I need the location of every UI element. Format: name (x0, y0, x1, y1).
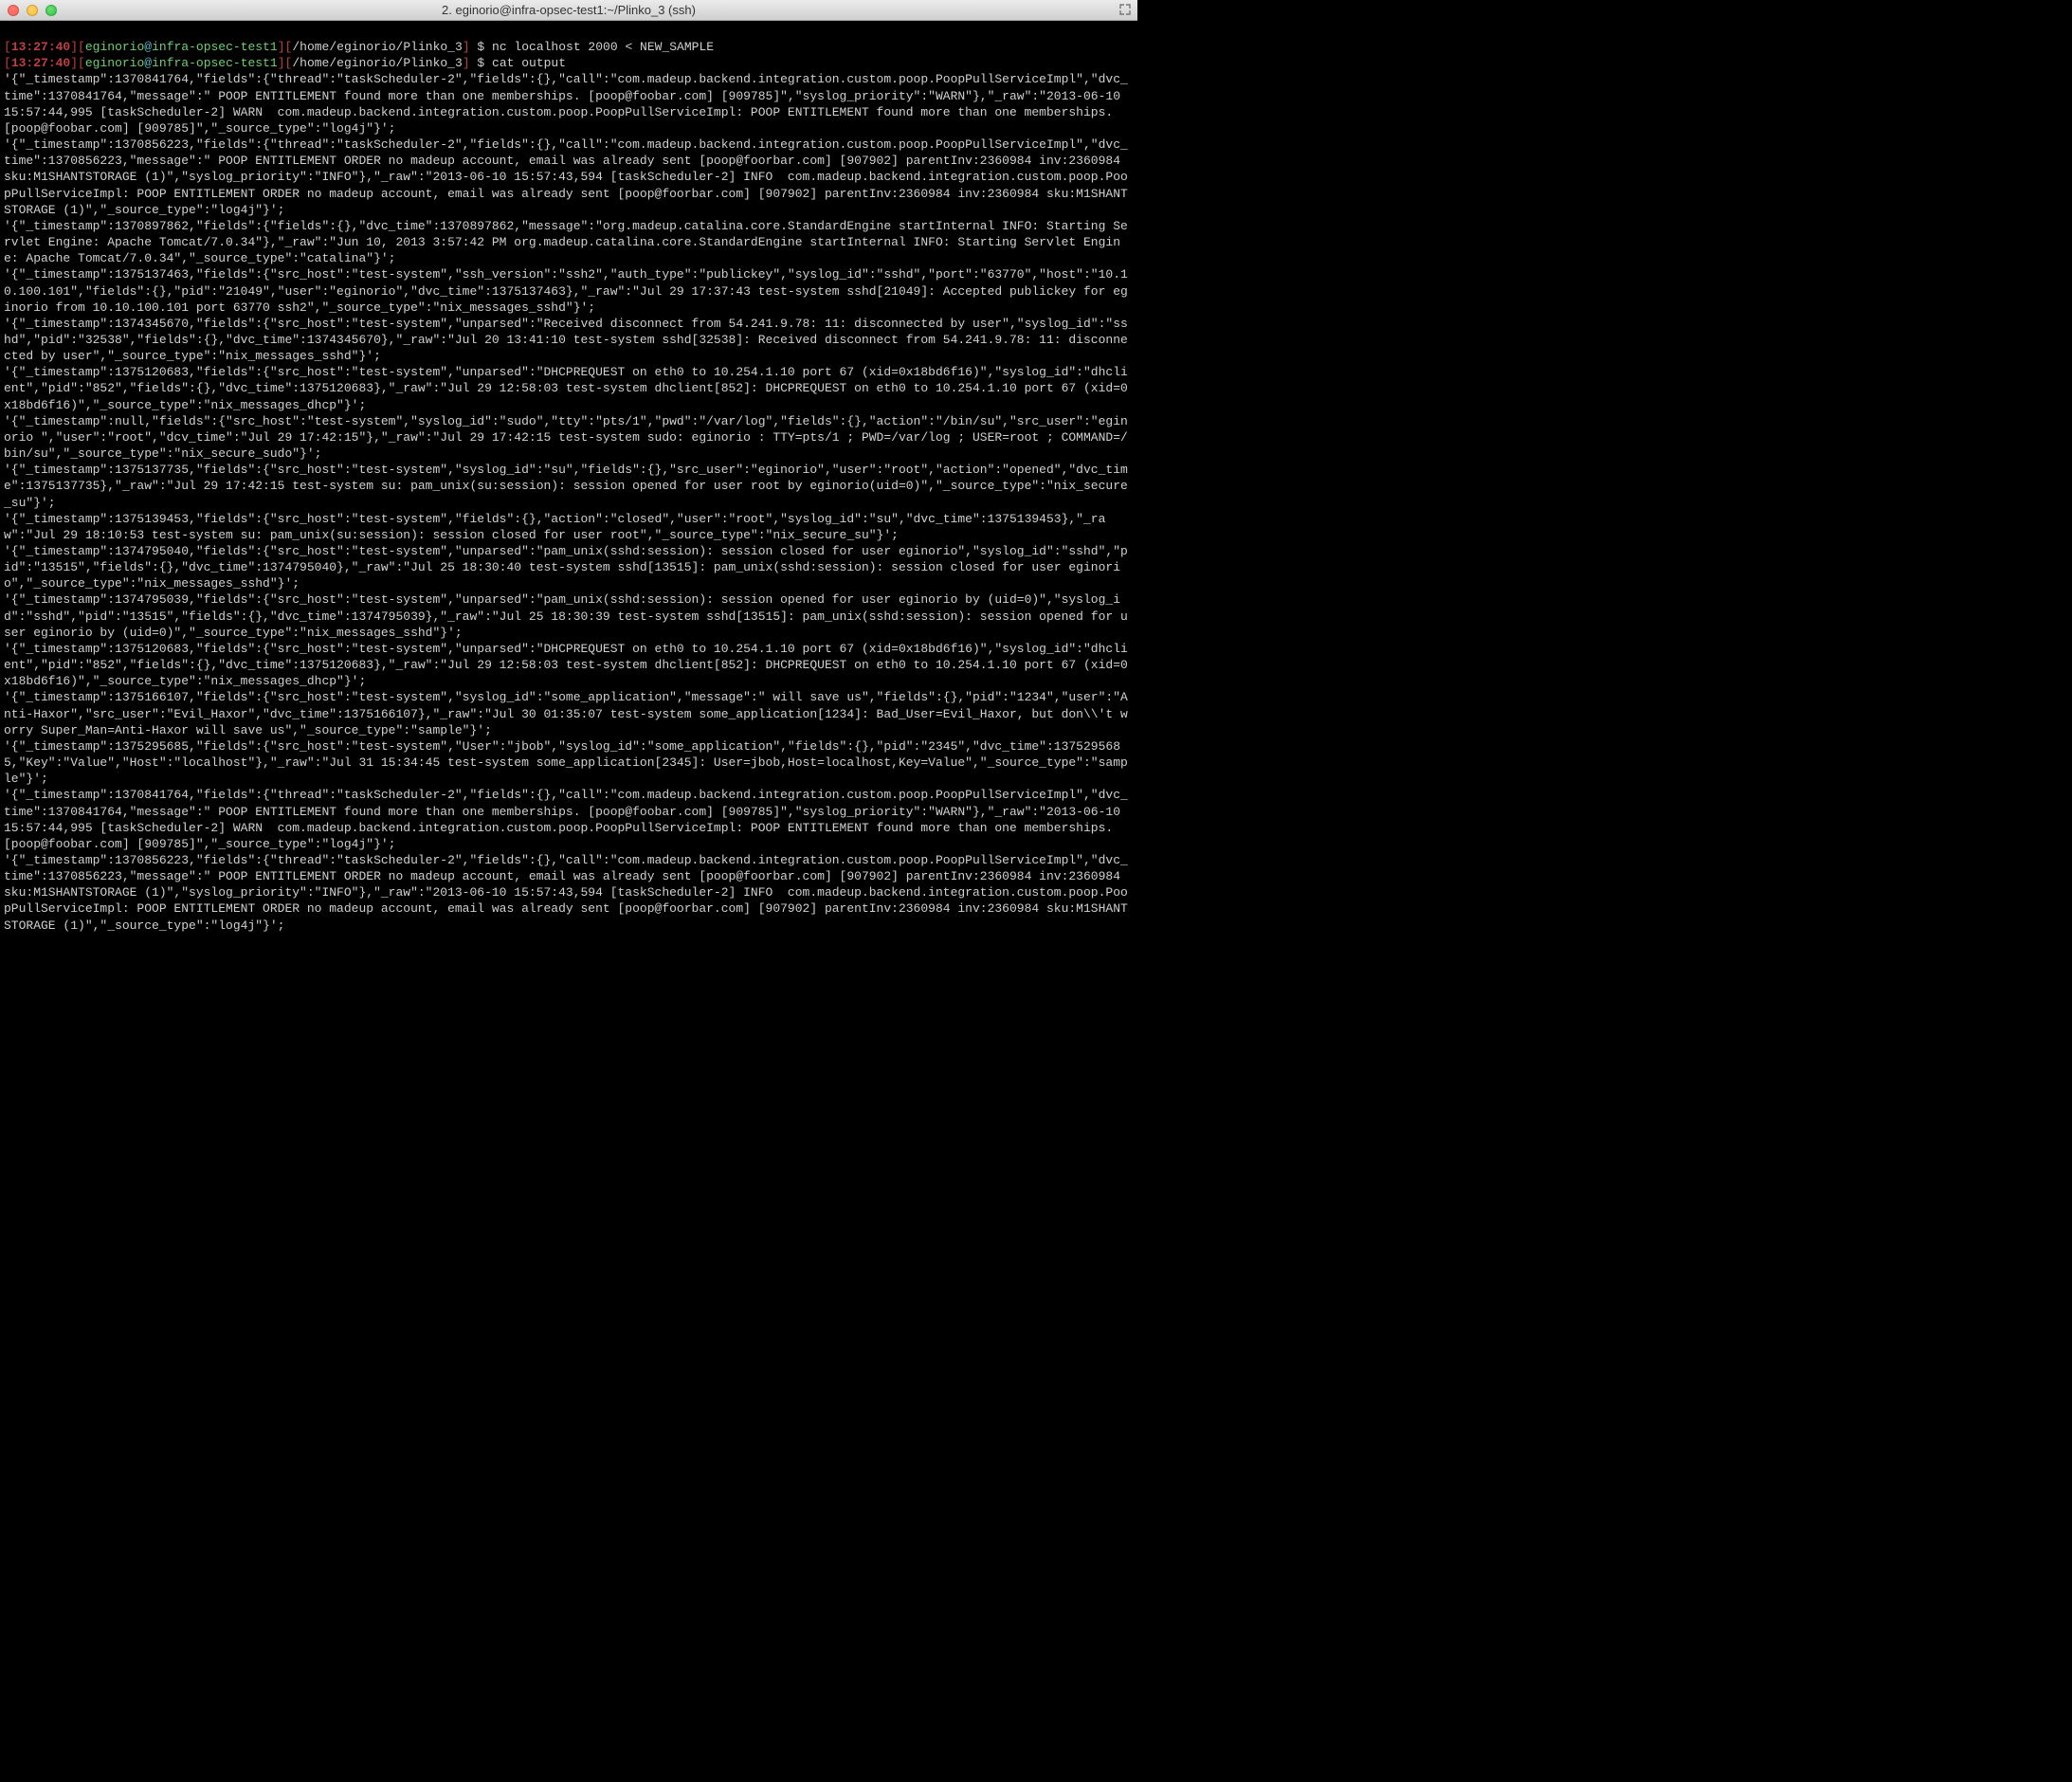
zoom-icon[interactable] (45, 5, 57, 16)
terminal-output[interactable]: [13:27:40][eginorio@infra-opsec-test1][/… (0, 21, 1137, 941)
command-2: cat output (492, 56, 566, 70)
fullscreen-icon[interactable] (1118, 3, 1132, 16)
close-icon[interactable] (8, 5, 19, 16)
prompt-line-2: [13:27:40][eginorio@infra-opsec-test1][/… (4, 56, 566, 70)
window-title: 2. eginorio@infra-opsec-test1:~/Plinko_3… (0, 3, 1137, 17)
output-block: '{"_timestamp":1370841764,"fields":{"thr… (4, 72, 1128, 932)
command-1: nc localhost 2000 < NEW_SAMPLE (492, 40, 714, 54)
window-controls (8, 5, 57, 16)
window-titlebar: 2. eginorio@infra-opsec-test1:~/Plinko_3… (0, 0, 1137, 21)
prompt-line-1: [13:27:40][eginorio@infra-opsec-test1][/… (4, 40, 714, 54)
minimize-icon[interactable] (27, 5, 38, 16)
